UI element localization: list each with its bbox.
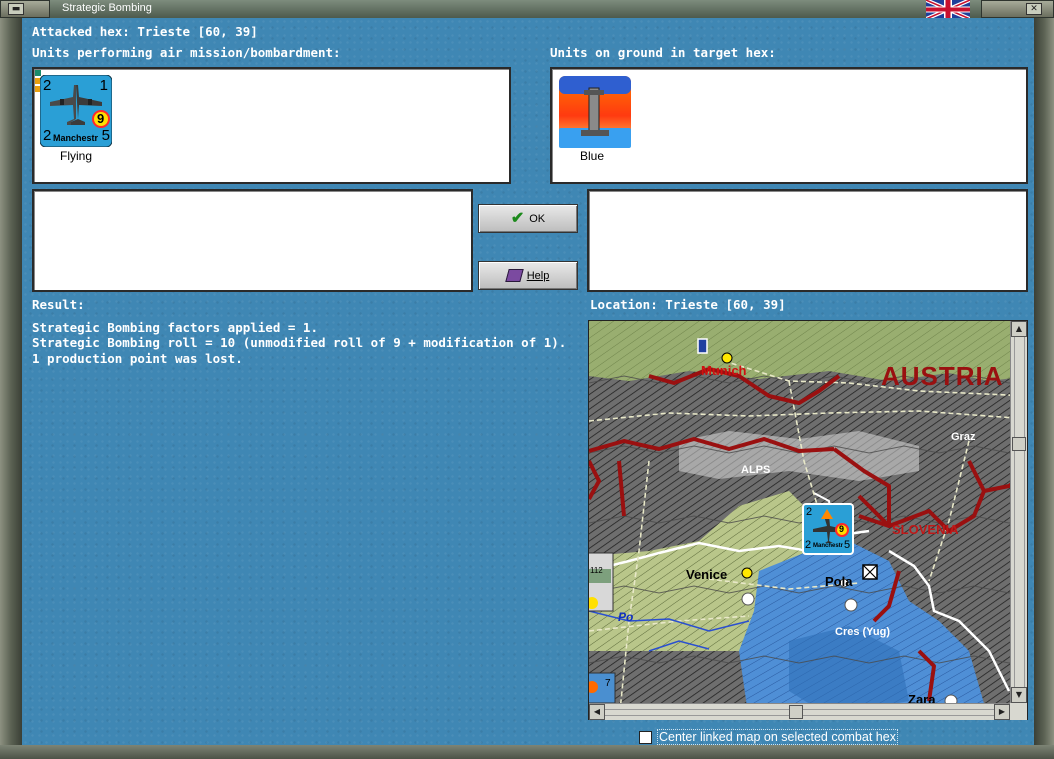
- center-map-checkbox[interactable]: [639, 731, 652, 744]
- map-counter-bottom-left: 2: [805, 539, 812, 551]
- map-label-pola: Pola: [825, 574, 853, 589]
- result-line: Strategic Bombing factors applied = 1.: [32, 320, 318, 335]
- scroll-thumb-vertical[interactable]: [1012, 437, 1026, 451]
- ground-unit-caption: Blue: [579, 149, 605, 163]
- map-edge-counter-number: 112: [590, 566, 603, 575]
- ok-button[interactable]: ✔ OK: [478, 204, 578, 233]
- air-unit-counter[interactable]: 2 1 9 2 Manchestr 5: [40, 75, 112, 147]
- unit-name: Manchestr: [53, 133, 99, 143]
- title-right-corner: [981, 0, 1054, 18]
- help-button-label: Help: [526, 269, 550, 282]
- attacked-hex-heading: Attacked hex: Trieste [60, 39]: [32, 24, 258, 39]
- air-units-list[interactable]: 2 1 9 2 Manchestr 5 Flying: [32, 67, 511, 184]
- scroll-track-vertical[interactable]: [1014, 337, 1025, 687]
- bottom-frame-border: [0, 745, 1054, 759]
- help-book-icon: [504, 269, 524, 282]
- help-button[interactable]: Help: [478, 261, 578, 290]
- map-counter-name: Manchestr: [813, 543, 844, 549]
- map-label-alps: ALPS: [741, 464, 771, 476]
- close-icon[interactable]: ✕: [1026, 3, 1042, 15]
- map-label-po-river: Po: [618, 610, 634, 624]
- air-units-label: Units performing air mission/bombardment…: [32, 45, 341, 60]
- scroll-right-icon[interactable]: ▶: [994, 704, 1010, 720]
- unit-bottom-right-value: 5: [101, 127, 110, 144]
- ground-unit-details-box: [587, 189, 1028, 292]
- left-frame-border: [0, 18, 22, 751]
- scroll-left-icon[interactable]: ◀: [589, 704, 605, 720]
- location-label: Location: Trieste [60, 39]: [590, 297, 786, 312]
- lighthouse-icon: [559, 76, 631, 148]
- unit-range-value: 9: [97, 111, 105, 126]
- map-label-slovenia: SLOVENIA: [892, 522, 959, 537]
- map-label-graz: Graz: [951, 431, 976, 443]
- center-map-checkbox-label[interactable]: Center linked map on selected combat hex: [657, 729, 898, 745]
- map-label-cres: Cres (Yug): [835, 626, 891, 638]
- map-counter-bottom-right: 5: [844, 539, 851, 551]
- checkmark-icon: ✔: [510, 209, 525, 227]
- air-unit-status: Flying: [59, 149, 92, 163]
- scroll-down-icon[interactable]: ▼: [1011, 687, 1027, 703]
- unit-bottom-left-value: 2: [43, 127, 52, 144]
- system-menu-icon[interactable]: ▬: [8, 3, 24, 15]
- ground-unit-counter[interactable]: [559, 76, 631, 148]
- window-title: Strategic Bombing: [62, 2, 152, 14]
- unit-top-left-value: 2: [43, 77, 52, 94]
- location-map[interactable]: Munich AUSTRIA Graz ALPS SLOVENIA Venice…: [588, 320, 1028, 720]
- uk-flag-icon: [926, 0, 970, 19]
- result-line: 1 production point was lost.: [32, 351, 243, 366]
- air-unit-details-box: [32, 189, 473, 292]
- unit-top-right-value: 1: [99, 77, 108, 94]
- scrollbar-corner: [1010, 703, 1027, 720]
- scroll-up-icon[interactable]: ▲: [1011, 321, 1027, 337]
- result-label: Result:: [32, 297, 85, 312]
- result-line: Strategic Bombing roll = 10 (unmodified …: [32, 335, 567, 350]
- right-frame-border: [1034, 18, 1054, 751]
- title-bar[interactable]: ▬ Strategic Bombing ✕: [0, 0, 1054, 19]
- map-label-austria: AUSTRIA: [881, 361, 1004, 391]
- map-label-munich: Munich: [701, 363, 747, 378]
- map-label-venice: Venice: [686, 567, 728, 582]
- ground-units-label: Units on ground in target hex:: [550, 45, 776, 60]
- map-vertical-scrollbar[interactable]: ▲ ▼: [1010, 321, 1027, 703]
- ground-units-list[interactable]: Blue: [550, 67, 1028, 184]
- map-counter-top-left: 2: [806, 506, 813, 518]
- ok-button-label: OK: [529, 212, 546, 225]
- map-counter-range: 9: [839, 524, 845, 534]
- map-horizontal-scrollbar[interactable]: ◀ ▶: [589, 703, 1010, 720]
- map-edge-counter-value: 7: [605, 678, 611, 689]
- scroll-thumb-horizontal[interactable]: [789, 705, 803, 719]
